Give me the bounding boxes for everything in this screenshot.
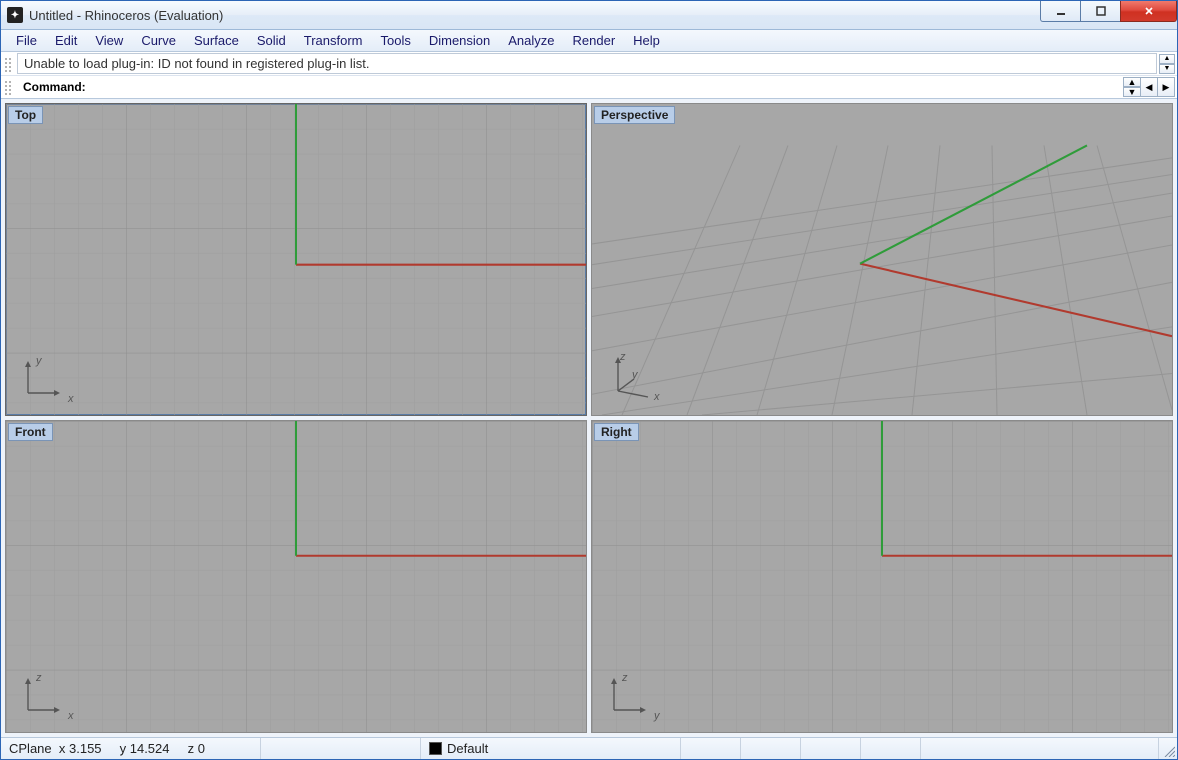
close-icon: [1143, 5, 1155, 17]
menu-file[interactable]: File: [7, 31, 46, 50]
axis-v-label: z: [36, 672, 42, 684]
viewport-label-top[interactable]: Top: [8, 106, 43, 124]
toolbar-grip-icon[interactable]: [3, 56, 13, 72]
window-title: Untitled - Rhinoceros (Evaluation): [29, 8, 223, 23]
minimize-button[interactable]: [1040, 1, 1081, 22]
menu-render[interactable]: Render: [564, 31, 625, 50]
coord-z-label: z: [188, 741, 195, 756]
command-nav: ▲ ▼ ◀ ▶: [1124, 77, 1175, 97]
menubar: File Edit View Curve Surface Solid Trans…: [1, 30, 1177, 52]
history-scroll-down-button[interactable]: ▼: [1159, 64, 1175, 74]
app-icon: ✦: [7, 7, 23, 23]
coord-x-value: 3.155: [69, 741, 102, 756]
viewport-label-perspective[interactable]: Perspective: [594, 106, 675, 124]
titlebar: ✦ Untitled - Rhinoceros (Evaluation): [1, 1, 1177, 30]
cplane-label: CPlane: [9, 741, 52, 756]
menu-solid[interactable]: Solid: [248, 31, 295, 50]
command-prompt-label[interactable]: Command:: [17, 78, 1120, 96]
axis-h-label: x: [654, 391, 660, 403]
viewport-right[interactable]: Right y z: [591, 420, 1173, 733]
viewport-container: Top: [1, 99, 1177, 737]
status-units[interactable]: [261, 738, 421, 759]
viewport-perspective-grid: [592, 104, 1172, 415]
axis-v-label: z: [622, 672, 628, 684]
command-recent-down-button[interactable]: ▼: [1123, 87, 1141, 97]
axis-v-label: y: [36, 355, 42, 367]
axis-indicator-icon: [604, 351, 656, 403]
toolbar-grip-icon[interactable]: [3, 79, 13, 95]
history-scroll: ▲ ▼: [1159, 54, 1175, 74]
axis-indicator-icon: [18, 355, 66, 403]
status-pane-1[interactable]: [681, 738, 741, 759]
menu-analyze[interactable]: Analyze: [499, 31, 563, 50]
menu-surface[interactable]: Surface: [185, 31, 248, 50]
menu-tools[interactable]: Tools: [371, 31, 419, 50]
command-history-prev-button[interactable]: ◀: [1140, 77, 1158, 97]
axis-d-label: y: [632, 369, 638, 381]
viewport-label-right[interactable]: Right: [594, 423, 639, 441]
status-spacer: [921, 738, 1159, 759]
command-recent-up-button[interactable]: ▲: [1123, 77, 1141, 87]
maximize-button[interactable]: [1080, 1, 1121, 22]
status-pane-2[interactable]: [741, 738, 801, 759]
menu-transform[interactable]: Transform: [295, 31, 372, 50]
status-layer[interactable]: Default: [421, 738, 681, 759]
minimize-icon: [1055, 5, 1067, 17]
menu-edit[interactable]: Edit: [46, 31, 86, 50]
coord-x-label: x: [59, 741, 66, 756]
layer-name: Default: [447, 741, 488, 756]
close-button[interactable]: [1120, 1, 1177, 22]
command-area: Unable to load plug-in: ID not found in …: [1, 52, 1177, 99]
resize-grip-icon[interactable]: [1159, 738, 1177, 759]
status-pane-4[interactable]: [861, 738, 921, 759]
command-history-next-button[interactable]: ▶: [1157, 77, 1175, 97]
status-pane-3[interactable]: [801, 738, 861, 759]
command-history-line: Unable to load plug-in: ID not found in …: [17, 53, 1157, 74]
statusbar: CPlane x 3.155 y 14.524 z 0 Default: [1, 737, 1177, 759]
viewport-right-grid: [592, 421, 1172, 732]
status-coordinates[interactable]: CPlane x 3.155 y 14.524 z 0: [1, 738, 261, 759]
viewport-front-grid: [6, 421, 586, 732]
axis-h-label: x: [68, 710, 74, 722]
maximize-icon: [1095, 5, 1107, 17]
viewport-top[interactable]: Top: [5, 103, 587, 416]
axis-h-label: y: [654, 710, 660, 722]
viewport-front[interactable]: Front x z: [5, 420, 587, 733]
menu-curve[interactable]: Curve: [132, 31, 185, 50]
axis-h-label: x: [68, 393, 74, 405]
coord-z-value: 0: [198, 741, 205, 756]
menu-view[interactable]: View: [86, 31, 132, 50]
viewport-label-front[interactable]: Front: [8, 423, 53, 441]
axis-indicator-icon: [18, 672, 66, 720]
menu-dimension[interactable]: Dimension: [420, 31, 499, 50]
layer-color-swatch: [429, 742, 442, 755]
axis-v-label: z: [620, 351, 626, 363]
viewport-perspective[interactable]: Perspective: [591, 103, 1173, 416]
history-scroll-up-button[interactable]: ▲: [1159, 54, 1175, 64]
viewport-top-grid: [6, 104, 586, 415]
window-controls: [1041, 1, 1177, 22]
menu-help[interactable]: Help: [624, 31, 669, 50]
coord-y-value: 14.524: [130, 741, 170, 756]
coord-y-label: y: [120, 741, 127, 756]
axis-indicator-icon: [604, 672, 652, 720]
